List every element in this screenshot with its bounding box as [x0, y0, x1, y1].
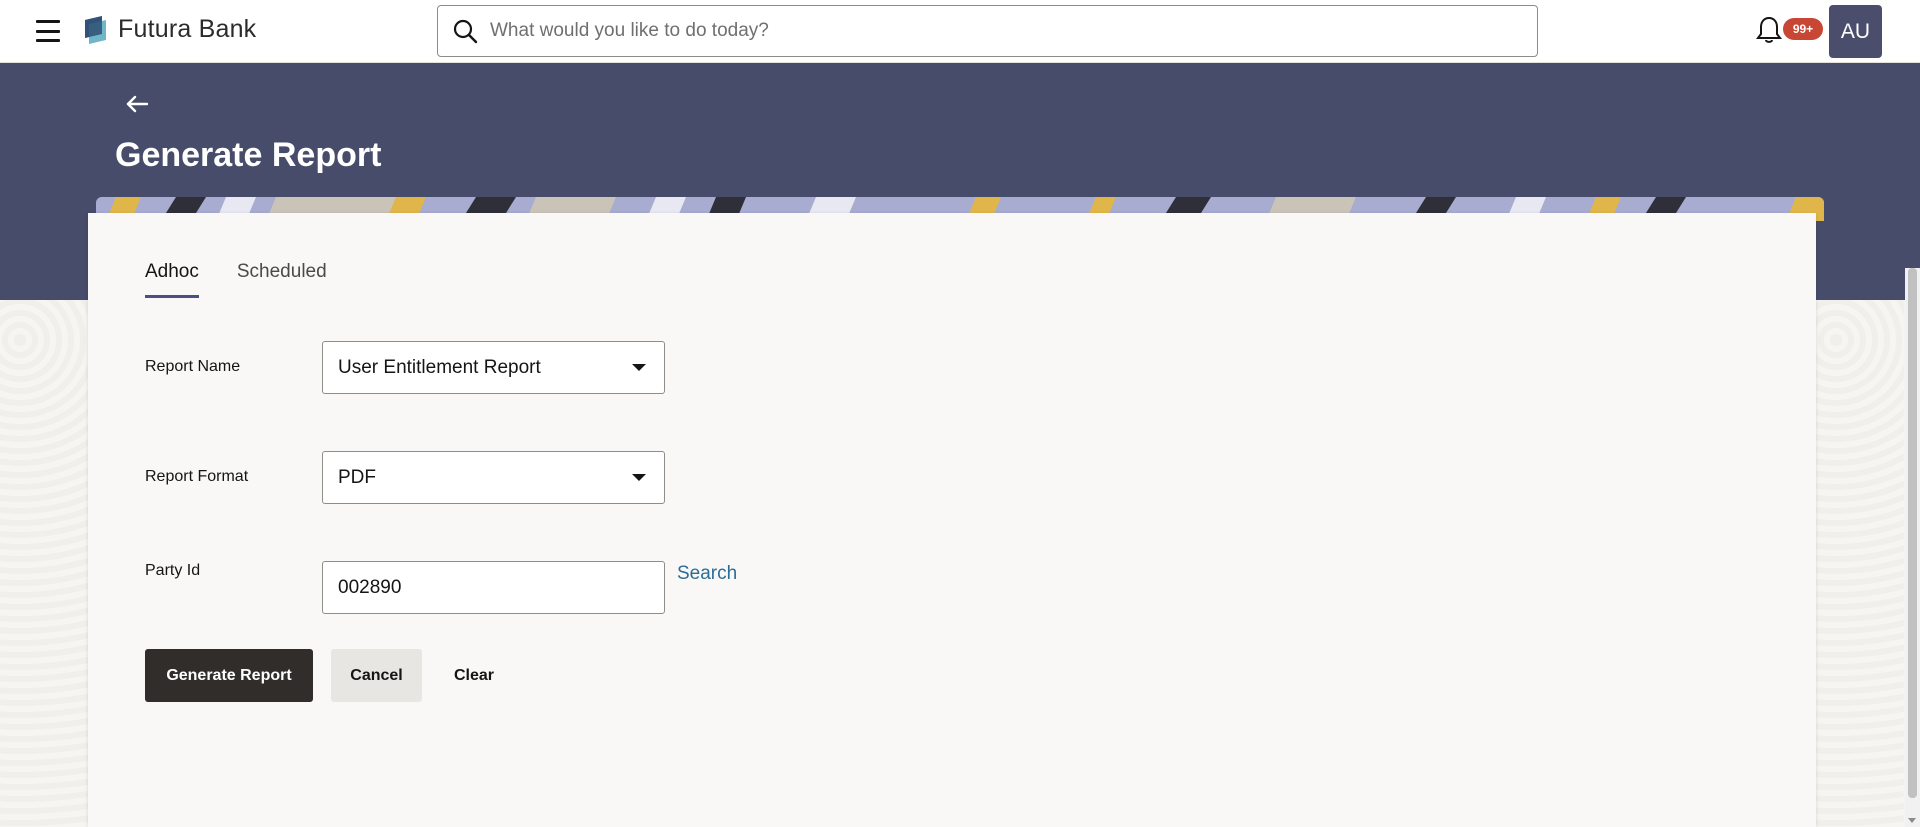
report-tabs: Adhoc Scheduled: [145, 261, 327, 298]
generate-report-card: Adhoc Scheduled Report Name User Entitle…: [88, 213, 1816, 827]
background-texture-right: [1816, 300, 1904, 827]
clear-button[interactable]: Clear: [438, 649, 510, 702]
scroll-down-arrow-icon[interactable]: [1908, 818, 1916, 823]
brand-name: Futura Bank: [118, 14, 257, 43]
background-texture-left: [0, 300, 88, 827]
search-icon: [453, 19, 478, 44]
top-header: Futura Bank 99+ AU: [0, 0, 1920, 63]
brand[interactable]: Futura Bank: [82, 14, 256, 44]
party-id-input[interactable]: [322, 561, 665, 614]
report-format-value: PDF: [338, 466, 376, 488]
page-title: Generate Report: [115, 136, 382, 174]
chevron-down-icon: [632, 364, 646, 371]
notification-count-badge: 99+: [1783, 18, 1823, 40]
report-name-label: Report Name: [145, 358, 241, 375]
global-search[interactable]: [437, 5, 1538, 57]
report-name-value: User Entitlement Report: [338, 356, 541, 378]
user-avatar[interactable]: AU: [1829, 5, 1882, 58]
hamburger-menu-icon[interactable]: [36, 20, 60, 42]
back-arrow-icon[interactable]: [124, 92, 150, 116]
scrollbar-thumb[interactable]: [1908, 268, 1917, 798]
party-id-search-link[interactable]: Search: [677, 563, 737, 585]
party-id-label: Party Id: [145, 562, 201, 579]
tab-scheduled[interactable]: Scheduled: [237, 261, 327, 298]
chevron-down-icon: [632, 474, 646, 481]
report-format-select[interactable]: PDF: [322, 451, 665, 504]
futura-bank-logo-icon: [85, 16, 106, 44]
report-format-label: Report Format: [145, 468, 249, 485]
search-input[interactable]: [490, 20, 1537, 42]
report-name-select[interactable]: User Entitlement Report: [322, 341, 665, 394]
page-scrollbar[interactable]: [1905, 268, 1920, 827]
cancel-button[interactable]: Cancel: [331, 649, 422, 702]
tab-adhoc[interactable]: Adhoc: [145, 261, 199, 298]
notification-bell-icon[interactable]: [1755, 15, 1783, 45]
generate-report-button[interactable]: Generate Report: [145, 649, 313, 702]
